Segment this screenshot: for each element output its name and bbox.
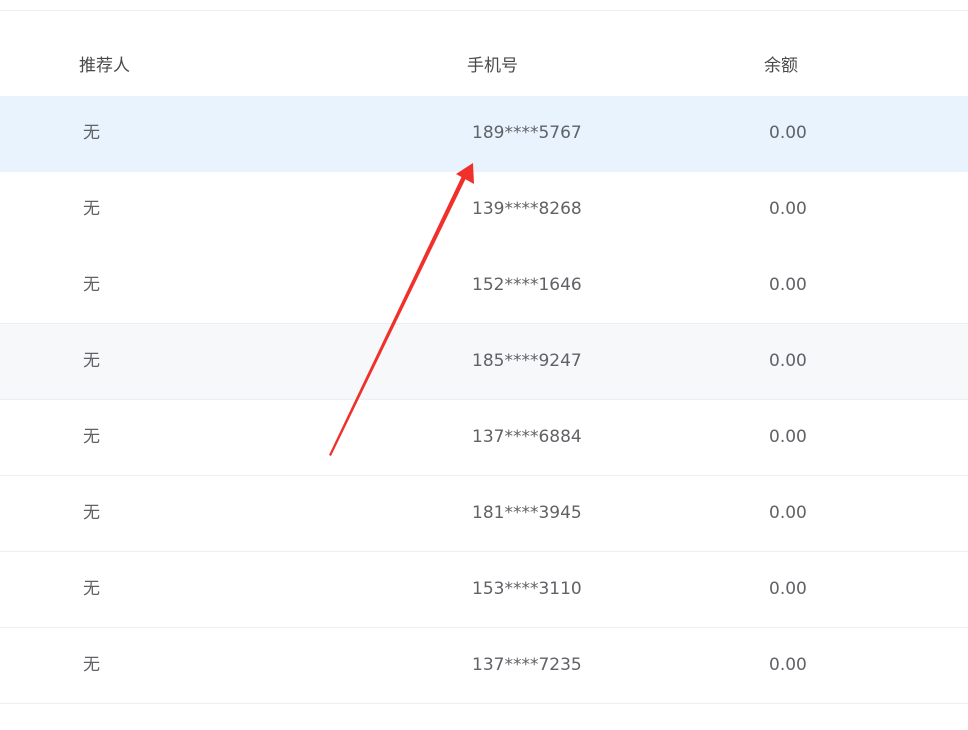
cell-balance: 0.00: [769, 275, 807, 295]
table-row[interactable]: 无 181****3945 0.00: [0, 476, 968, 552]
table-row[interactable]: 无 185****9247 0.00: [0, 324, 968, 400]
top-divider: [0, 10, 968, 11]
cell-phone: 152****1646: [472, 275, 582, 295]
cell-referrer: 无: [83, 655, 100, 675]
cell-phone: 137****6884: [472, 427, 582, 447]
cell-referrer: 无: [83, 503, 100, 523]
cell-referrer: 无: [83, 199, 100, 219]
cell-referrer: 无: [83, 351, 100, 371]
cell-phone: 185****9247: [472, 351, 582, 371]
cell-phone: 181****3945: [472, 503, 582, 523]
cell-balance: 0.00: [769, 655, 807, 675]
cell-balance: 0.00: [769, 351, 807, 371]
table-row[interactable]: 无 137****7235 0.00: [0, 628, 968, 704]
table-row[interactable]: 无 152****1646 0.00: [0, 248, 968, 324]
table-row[interactable]: 无 153****3110 0.00: [0, 552, 968, 628]
cell-balance: 0.00: [769, 199, 807, 219]
cell-balance: 0.00: [769, 123, 807, 143]
table-row[interactable]: 无 137****6884 0.00: [0, 400, 968, 476]
table-row[interactable]: 无 139****8268 0.00: [0, 172, 968, 248]
cell-phone: 139****8268: [472, 199, 582, 219]
cell-phone: 189****5767: [472, 123, 582, 143]
cell-phone: 137****7235: [472, 655, 582, 675]
cell-phone: 153****3110: [472, 579, 582, 599]
cell-referrer: 无: [83, 275, 100, 295]
cell-balance: 0.00: [769, 427, 807, 447]
cell-referrer: 无: [83, 123, 100, 143]
cell-balance: 0.00: [769, 579, 807, 599]
cell-referrer: 无: [83, 579, 100, 599]
table-header: 推荐人 手机号 余额: [0, 29, 968, 96]
cell-referrer: 无: [83, 427, 100, 447]
cell-balance: 0.00: [769, 503, 807, 523]
user-table: 推荐人 手机号 余额 无 189****5767 0.00 无 139****8…: [0, 29, 968, 704]
table-row[interactable]: 无 189****5767 0.00: [0, 96, 968, 172]
header-balance[interactable]: 余额: [764, 56, 798, 76]
page: 推荐人 手机号 余额 无 189****5767 0.00 无 139****8…: [0, 0, 968, 730]
header-phone[interactable]: 手机号: [467, 56, 518, 76]
header-referrer[interactable]: 推荐人: [79, 56, 130, 76]
